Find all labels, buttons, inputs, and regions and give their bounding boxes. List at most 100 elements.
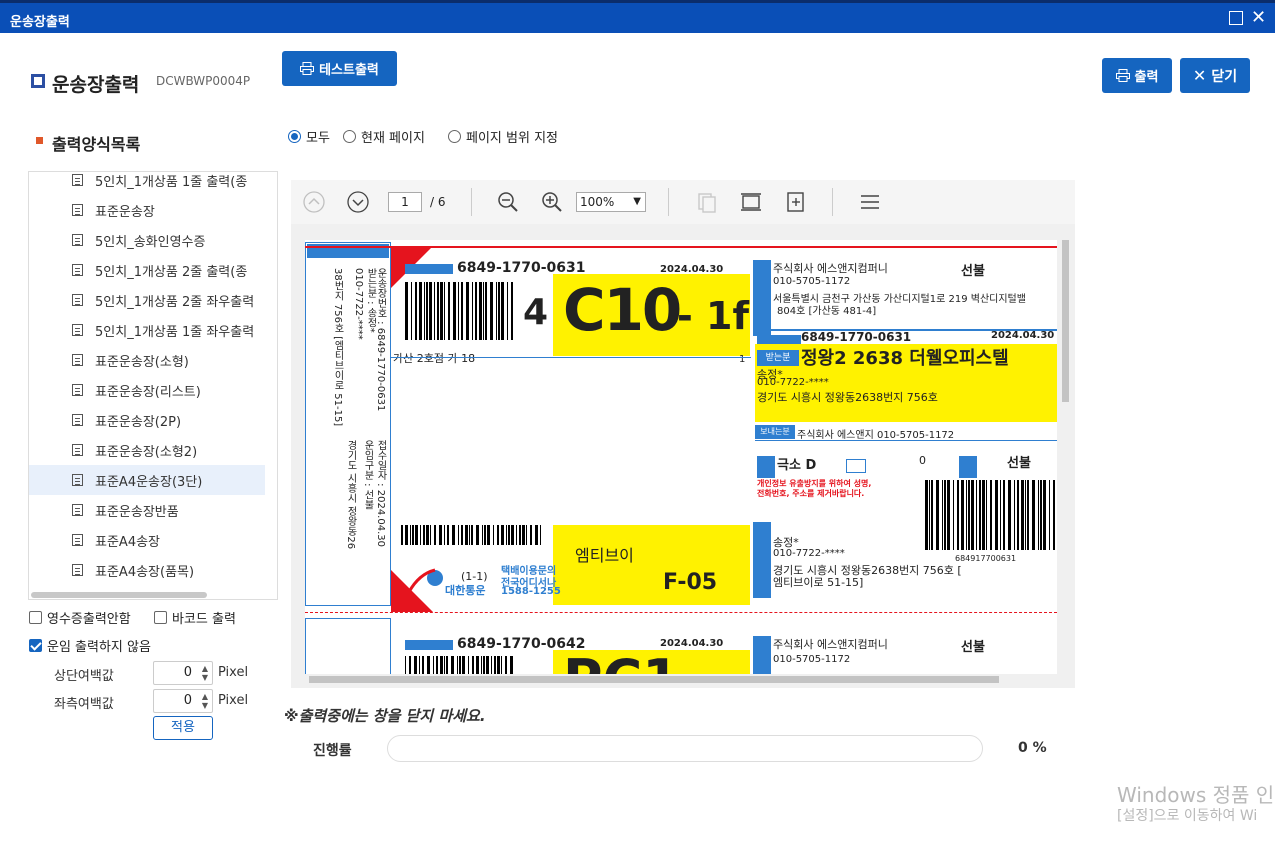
- checkbox-label: 영수증출력안함: [47, 612, 131, 627]
- progress-bar: [387, 735, 983, 762]
- box-size: 극소 D: [777, 458, 817, 473]
- checkbox-box[interactable]: [154, 611, 167, 624]
- document-icon: [72, 414, 83, 426]
- recipient-side-tag: [753, 522, 771, 598]
- chevron-down-icon: ▼: [633, 196, 641, 207]
- recipient-address: 경기도 시흥시 정왕동2638번지 756호: [757, 391, 938, 404]
- checkbox-box[interactable]: [29, 611, 42, 624]
- section-bullet-icon: [36, 137, 43, 144]
- add-page-icon[interactable]: [785, 191, 807, 213]
- receipt-no-print-checkbox[interactable]: 영수증출력안함: [29, 608, 131, 627]
- tree-item[interactable]: 표준운송장(리스트): [29, 375, 265, 405]
- stub-text: 38번지 756호 [엠티브이로 51-15]: [332, 268, 343, 427]
- tree-item[interactable]: 5인치_1개상품 2줄 출력(종: [29, 255, 265, 285]
- top-margin-unit: Pixel: [218, 665, 249, 680]
- tree-item[interactable]: 5인치_1개상품 2줄 좌우출력: [29, 285, 265, 315]
- document-icon: [72, 234, 83, 246]
- close-window-icon[interactable]: ✕: [1251, 7, 1267, 28]
- tree-item[interactable]: 5인치_1개상품 1줄 출력(종: [29, 172, 265, 195]
- left-margin-value: 0: [183, 693, 192, 708]
- scroll-thumb[interactable]: [309, 676, 999, 683]
- top-margin-label: 상단여백값: [54, 669, 114, 684]
- zoom-in-icon[interactable]: [541, 191, 563, 213]
- range-custom-radio[interactable]: 페이지 범위 지정: [448, 127, 558, 146]
- windows-watermark: Windows 정품 인: [1117, 783, 1275, 807]
- radio-circle[interactable]: [343, 130, 356, 143]
- document-icon: [72, 354, 83, 366]
- menu-icon[interactable]: [859, 191, 881, 213]
- document-icon: [72, 324, 83, 336]
- recipient-address-3: 엠티브이로 51-15]: [773, 576, 864, 589]
- tree-item[interactable]: 표준운송장(소형2): [29, 435, 265, 465]
- tree-item-label: 표준운송장(리스트): [95, 384, 201, 400]
- page-number-input[interactable]: 1: [388, 192, 422, 212]
- print-label: 출력: [1134, 70, 1159, 85]
- checkbox-box[interactable]: [29, 639, 42, 652]
- left-margin-label: 좌측여백값: [54, 697, 114, 712]
- close-button[interactable]: ✕ 닫기: [1180, 58, 1250, 93]
- tree-item[interactable]: 표준A4송장(품목): [29, 555, 265, 585]
- freight-tag: [846, 459, 866, 473]
- company-name: 대한통운: [445, 584, 486, 597]
- tree-item[interactable]: 5인치_1개상품 1줄 좌우출력: [29, 315, 265, 345]
- tree-item[interactable]: 표준운송장: [29, 195, 265, 225]
- freight-no-print-checkbox[interactable]: 운임 출력하지 않음: [29, 636, 151, 655]
- barcode-graphic: [401, 525, 541, 545]
- top-margin-input[interactable]: 0 ▲ ▼: [153, 661, 213, 685]
- radio-circle[interactable]: [448, 130, 461, 143]
- viewer-vertical-scrollbar[interactable]: [1061, 240, 1070, 670]
- test-print-button[interactable]: 테스트출력: [282, 51, 397, 86]
- bottom-code: F-05: [663, 570, 718, 595]
- document-icon: [72, 294, 83, 306]
- tree-item[interactable]: 표준A4운송장(3단): [29, 465, 265, 495]
- window-titlebar: 운송장출력 ✕: [0, 0, 1275, 33]
- close-icon: ✕: [1192, 66, 1207, 85]
- sort-sub: - 1f: [677, 294, 749, 338]
- viewer-horizontal-scrollbar[interactable]: [305, 674, 1057, 684]
- zoom-out-icon[interactable]: [497, 191, 519, 213]
- range-current-radio[interactable]: 현재 페이지: [343, 127, 425, 146]
- maximize-icon[interactable]: [1229, 11, 1243, 25]
- form-list-tree[interactable]: 5인치_1개상품 1줄 출력(종 표준운송장 5인치_송화인영수증 5인치_1개상품 …: [28, 171, 278, 600]
- print-warning: ※출력중에는 창을 닫지 마세요.: [284, 707, 486, 725]
- barcode-print-checkbox[interactable]: 바코드 출력: [154, 608, 236, 627]
- printer-icon: [300, 62, 315, 75]
- ship-date-2: 2024.04.30: [991, 330, 1055, 341]
- tree-item-label: 5인치_1개상품 2줄 좌우출력: [95, 294, 255, 310]
- sender-side-tag: [753, 260, 771, 336]
- document-icon: [72, 384, 83, 396]
- sender-phone: 010-5705-1172: [773, 654, 851, 665]
- page-title: 운송장출력: [52, 74, 140, 96]
- tree-item[interactable]: 표준운송장반품: [29, 495, 265, 525]
- stub-text: 운송장번호 : 6849-1770-0631: [375, 268, 386, 412]
- range-all-radio[interactable]: 모두: [288, 127, 330, 146]
- fit-page-icon[interactable]: [740, 191, 762, 213]
- count-text: 1: [739, 354, 746, 365]
- scroll-thumb[interactable]: [1062, 240, 1069, 402]
- tracking-tag: [405, 640, 453, 650]
- box-tag: [757, 456, 775, 478]
- left-margin-input[interactable]: 0 ▲ ▼: [153, 689, 213, 713]
- tree-horizontal-scrollbar[interactable]: [31, 592, 207, 598]
- radio-circle[interactable]: [288, 130, 301, 143]
- zoom-select[interactable]: 100% ▼: [576, 192, 646, 212]
- prev-page-icon[interactable]: [303, 191, 325, 213]
- toolbar-divider: [471, 188, 472, 216]
- label-cut-line: [305, 612, 1057, 614]
- tree-item-label: 5인치_1개상품 1줄 좌우출력: [95, 324, 255, 340]
- spinner-arrows-icon[interactable]: ▲ ▼: [202, 692, 208, 710]
- document-icon: [72, 504, 83, 516]
- sender-phone: 010-5705-1172: [773, 276, 851, 287]
- copy-icon[interactable]: [696, 191, 718, 213]
- print-button[interactable]: 출력: [1102, 58, 1172, 93]
- apply-button[interactable]: 적용: [153, 716, 213, 740]
- tree-item-label: 표준운송장(소형2): [95, 444, 198, 460]
- tree-item[interactable]: 5인치_송화인영수증: [29, 225, 265, 255]
- tree-item[interactable]: 표준운송장(2P): [29, 405, 265, 435]
- close-label: 닫기: [1211, 68, 1238, 85]
- spinner-arrows-icon[interactable]: ▲ ▼: [202, 664, 208, 682]
- tree-item[interactable]: 표준운송장(소형): [29, 345, 265, 375]
- bottom-name: 엠티브이: [575, 546, 634, 565]
- tree-item[interactable]: 표준A4송장: [29, 525, 265, 555]
- next-page-icon[interactable]: [347, 191, 369, 213]
